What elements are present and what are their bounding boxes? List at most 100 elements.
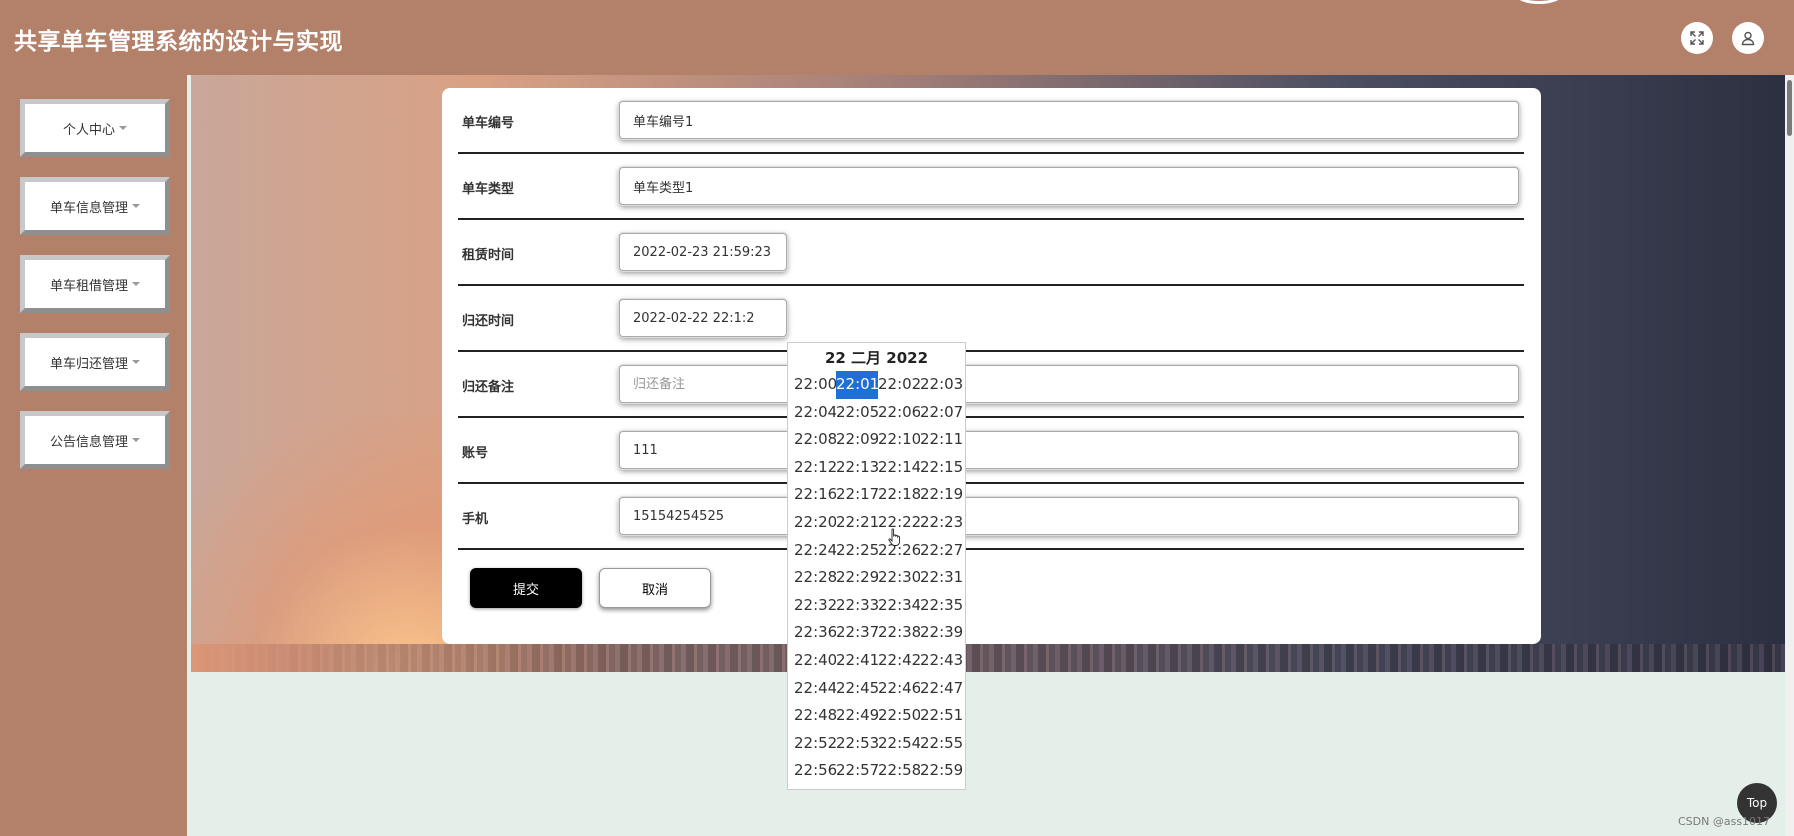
phone-input[interactable]	[619, 497, 1519, 535]
time-option[interactable]: 22:04	[794, 399, 836, 427]
time-option[interactable]: 22:50	[878, 702, 920, 730]
time-option[interactable]: 22:30	[878, 564, 920, 592]
time-option[interactable]: 22:45	[836, 675, 878, 703]
time-option[interactable]: 22:28	[794, 564, 836, 592]
form-row-phone: 手机	[458, 484, 1524, 550]
time-picker-row: 22:24 22:25 22:26 22:27	[794, 537, 962, 565]
time-option[interactable]: 22:06	[878, 399, 920, 427]
sidebar-item-personal-center[interactable]: 个人中心	[20, 99, 170, 157]
time-option[interactable]: 22:47	[920, 675, 962, 703]
time-option[interactable]: 22:36	[794, 619, 836, 647]
time-picker-row: 22:56 22:57 22:58 22:59	[794, 757, 962, 785]
rent-time-label: 租赁时间	[462, 248, 515, 263]
sidebar-item-bike-info[interactable]: 单车信息管理	[20, 177, 170, 235]
time-option[interactable]: 22:24	[794, 537, 836, 565]
bike-no-label: 单车编号	[462, 116, 515, 131]
sidebar-item-bike-return[interactable]: 单车归还管理	[20, 333, 170, 391]
time-option[interactable]: 22:20	[794, 509, 836, 537]
caret-down-icon	[119, 126, 127, 130]
time-option[interactable]: 22:16	[794, 481, 836, 509]
time-option[interactable]: 22:18	[878, 481, 920, 509]
time-option[interactable]: 22:59	[920, 757, 962, 785]
sidebar: 个人中心 单车信息管理 单车租借管理 单车归还管理 公告信息管理	[0, 75, 187, 836]
account-input[interactable]	[619, 431, 1519, 469]
bike-no-input[interactable]	[619, 101, 1519, 139]
time-picker-row: 22:16 22:17 22:18 22:19	[794, 481, 962, 509]
time-option[interactable]: 22:51	[920, 702, 962, 730]
time-option[interactable]: 22:48	[794, 702, 836, 730]
form-row-bike-type: 单车类型	[458, 154, 1524, 220]
time-option[interactable]: 22:08	[794, 426, 836, 454]
sidebar-item-label: 公告信息管理	[49, 434, 128, 450]
time-option[interactable]: 22:17	[836, 481, 878, 509]
time-option[interactable]: 22:52	[794, 730, 836, 758]
form-row-bike-no: 单车编号	[458, 88, 1524, 154]
time-option[interactable]: 22:31	[920, 564, 962, 592]
time-option[interactable]: 22:27	[920, 537, 962, 565]
submit-button[interactable]: 提交	[470, 568, 582, 608]
time-option[interactable]: 22:35	[920, 592, 962, 620]
time-option[interactable]: 22:14	[878, 454, 920, 482]
return-note-input[interactable]	[619, 365, 1519, 403]
time-option[interactable]: 22:46	[878, 675, 920, 703]
time-option[interactable]: 22:55	[920, 730, 962, 758]
time-option[interactable]: 22:03	[920, 371, 962, 399]
time-option[interactable]: 22:44	[794, 675, 836, 703]
rent-time-input[interactable]	[619, 233, 787, 271]
time-option[interactable]: 22:10	[878, 426, 920, 454]
time-option[interactable]: 22:00	[794, 371, 836, 399]
time-option[interactable]: 22:09	[836, 426, 878, 454]
time-option[interactable]: 22:39	[920, 619, 962, 647]
time-option[interactable]: 22:13	[836, 454, 878, 482]
app-title: 共享单车管理系统的设计与实现	[14, 29, 343, 55]
time-option[interactable]: 22:40	[794, 647, 836, 675]
page-scrollbar[interactable]	[1785, 75, 1794, 836]
time-picker-row: 22:44 22:45 22:46 22:47	[794, 675, 962, 703]
time-option[interactable]: 22:56	[794, 757, 836, 785]
time-option[interactable]: 22:42	[878, 647, 920, 675]
time-option[interactable]: 22:58	[878, 757, 920, 785]
time-picker-row: 22:08 22:09 22:10 22:11	[794, 426, 962, 454]
time-option[interactable]: 22:25	[836, 537, 878, 565]
time-option[interactable]: 22:21	[836, 509, 878, 537]
hand-cursor-icon	[888, 528, 900, 546]
time-option[interactable]: 22:37	[836, 619, 878, 647]
time-option[interactable]: 22:15	[920, 454, 962, 482]
time-option[interactable]: 22:33	[836, 592, 878, 620]
time-option[interactable]: 22:19	[920, 481, 962, 509]
expand-icon	[1690, 31, 1704, 45]
time-option[interactable]: 22:05	[836, 399, 878, 427]
time-option[interactable]: 22:01	[836, 371, 878, 399]
time-option[interactable]: 22:49	[836, 702, 878, 730]
time-picker-row: 22:04 22:05 22:06 22:07	[794, 399, 962, 427]
time-picker-row: 22:00 22:01 22:02 22:03	[794, 371, 962, 399]
time-picker-dropdown: 22 二月 2022 22:00 22:01 22:02 22:03 22:04 22:0…	[787, 342, 966, 790]
return-time-input[interactable]	[619, 299, 787, 337]
time-option[interactable]: 22:12	[794, 454, 836, 482]
time-option[interactable]: 22:43	[920, 647, 962, 675]
time-option[interactable]: 22:11	[920, 426, 962, 454]
time-option[interactable]: 22:07	[920, 399, 962, 427]
bike-type-input[interactable]	[619, 167, 1519, 205]
time-option[interactable]: 22:29	[836, 564, 878, 592]
time-option[interactable]: 22:38	[878, 619, 920, 647]
scrollbar-thumb[interactable]	[1787, 80, 1792, 136]
time-option[interactable]: 22:32	[794, 592, 836, 620]
user-icon	[1741, 31, 1755, 46]
cancel-button[interactable]: 取消	[599, 568, 711, 608]
fullscreen-button[interactable]	[1681, 22, 1713, 54]
time-option[interactable]: 22:23	[920, 509, 962, 537]
user-menu-button[interactable]	[1732, 22, 1764, 54]
time-option[interactable]: 22:54	[878, 730, 920, 758]
time-option[interactable]: 22:02	[878, 371, 920, 399]
time-option[interactable]: 22:57	[836, 757, 878, 785]
sidebar-item-bike-rental[interactable]: 单车租借管理	[20, 255, 170, 313]
time-picker-row: 22:32 22:33 22:34 22:35	[794, 592, 962, 620]
time-option[interactable]: 22:53	[836, 730, 878, 758]
return-time-label: 归还时间	[462, 314, 515, 329]
time-picker-row: 22:40 22:41 22:42 22:43	[794, 647, 962, 675]
time-option[interactable]: 22:34	[878, 592, 920, 620]
sidebar-item-notice[interactable]: 公告信息管理	[20, 411, 170, 469]
city-skyline-fade	[191, 644, 621, 672]
time-option[interactable]: 22:41	[836, 647, 878, 675]
